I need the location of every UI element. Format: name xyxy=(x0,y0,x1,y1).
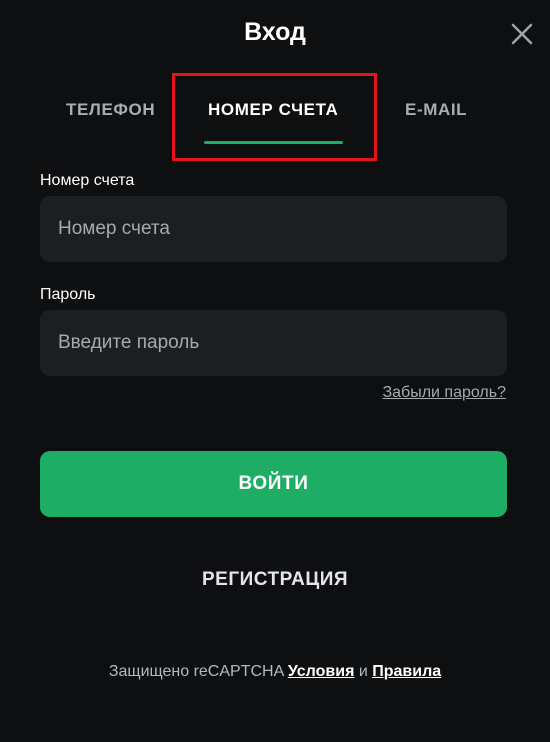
tab-email[interactable]: E-MAIL xyxy=(405,100,467,120)
tab-account-number[interactable]: НОМЕР СЧЕТА xyxy=(208,100,338,120)
conjunction-text: и xyxy=(358,663,368,680)
recaptcha-footer: Защищено reCAPTCHA Условия и Правила xyxy=(0,663,550,681)
account-number-input[interactable] xyxy=(40,196,507,262)
forgot-password-link[interactable]: Забыли пароль? xyxy=(382,384,506,402)
password-input[interactable] xyxy=(40,310,507,376)
register-link[interactable]: РЕГИСТРАЦИЯ xyxy=(0,569,550,591)
terms-link[interactable]: Условия xyxy=(288,663,355,680)
privacy-link[interactable]: Правила xyxy=(372,663,441,680)
recaptcha-text: Защищено reCAPTCHA xyxy=(108,663,284,680)
modal-title: Вход xyxy=(244,18,306,46)
password-label: Пароль xyxy=(40,286,96,303)
active-tab-indicator xyxy=(204,141,343,144)
close-icon[interactable] xyxy=(506,18,538,50)
login-modal: Вход ТЕЛЕФОН НОМЕР СЧЕТА E-MAIL Номер сч… xyxy=(0,0,550,742)
tab-phone[interactable]: ТЕЛЕФОН xyxy=(66,100,155,120)
login-button[interactable]: ВОЙТИ xyxy=(40,451,507,517)
account-number-label: Номер счета xyxy=(40,172,135,189)
